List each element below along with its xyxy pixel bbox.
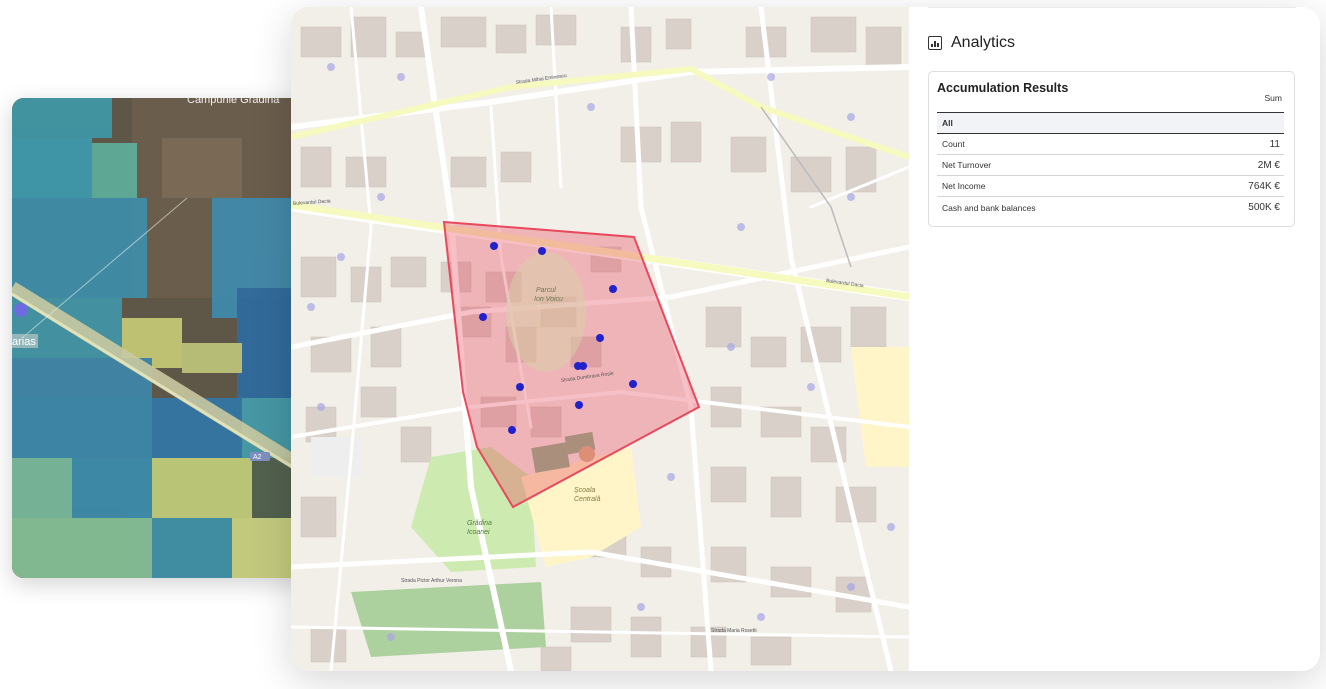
results-table: All Count 11 Net Turnover 2M € Net Incom… [937, 112, 1284, 218]
table-row: Cash and bank balances 500K € [937, 197, 1284, 218]
panel-title: Analytics [951, 34, 1016, 51]
group-row-all[interactable]: All [937, 113, 1284, 134]
table-row: Count 11 [937, 134, 1284, 155]
data-point-marker[interactable] [609, 285, 617, 293]
accumulation-results-card: Accumulation Results Sum All Count 11 Ne… [928, 71, 1295, 227]
results-title: Accumulation Results [937, 81, 1069, 95]
panel-header: Analytics [928, 33, 1296, 53]
data-point-marker[interactable] [516, 383, 524, 391]
park-label: Grădina [467, 520, 492, 527]
data-point-marker[interactable] [490, 242, 498, 250]
row-label: Net Income [942, 181, 986, 191]
row-value: 2M € [1257, 159, 1280, 171]
data-point-marker[interactable] [596, 334, 604, 342]
row-label: Cash and bank balances [942, 202, 1036, 213]
satellite-place-label: Campurile Gradina [187, 98, 280, 106]
row-label: Count [942, 139, 965, 149]
school-label: Centrală [574, 496, 601, 503]
row-value: 11 [1269, 138, 1280, 150]
table-row: Net Turnover 2M € [937, 155, 1284, 176]
divider [928, 7, 1296, 8]
column-header-sum[interactable]: Sum [1265, 93, 1282, 103]
data-point-marker[interactable] [579, 362, 587, 370]
row-value: 500K € [1248, 202, 1280, 213]
data-point-marker[interactable] [629, 380, 637, 388]
road-badge: A2 [253, 454, 262, 461]
table-row: Net Income 764K € [937, 176, 1284, 197]
data-point-marker[interactable] [479, 313, 487, 321]
data-point-marker[interactable] [508, 426, 516, 434]
row-value: 764K € [1248, 180, 1280, 192]
street-label: Strada Pictor Arthur Verona [401, 578, 462, 584]
analytics-panel: Analytics Accumulation Results Sum All C… [909, 7, 1320, 671]
data-point-marker[interactable] [575, 401, 583, 409]
satellite-heatmap-card: Campurile Gradina arias A2 [12, 98, 312, 578]
main-card: Bulevardul Dacia Bulevardul Dacia Strada… [291, 7, 1320, 671]
group-label: All [942, 118, 953, 128]
street-map[interactable]: Bulevardul Dacia Bulevardul Dacia Strada… [291, 7, 909, 671]
park-green-area [351, 582, 546, 657]
park-label: Parcul [536, 287, 556, 294]
row-label: Net Turnover [942, 160, 992, 170]
street-label: Strada Maria Rosetti [711, 628, 757, 634]
school-label: Școala [574, 487, 596, 494]
results-header: Accumulation Results Sum [937, 81, 1284, 112]
satellite-left-label: arias [12, 336, 36, 348]
data-point-marker[interactable] [538, 247, 546, 255]
park-label: Ion Voicu [534, 296, 563, 303]
map-view[interactable]: Bulevardul Dacia Bulevardul Dacia Strada… [291, 7, 909, 671]
map-pin-icon [14, 303, 28, 317]
satellite-heatmap: Campurile Gradina arias A2 [12, 98, 312, 578]
park-label: Icoanei [467, 529, 490, 536]
chart-icon [928, 36, 942, 50]
